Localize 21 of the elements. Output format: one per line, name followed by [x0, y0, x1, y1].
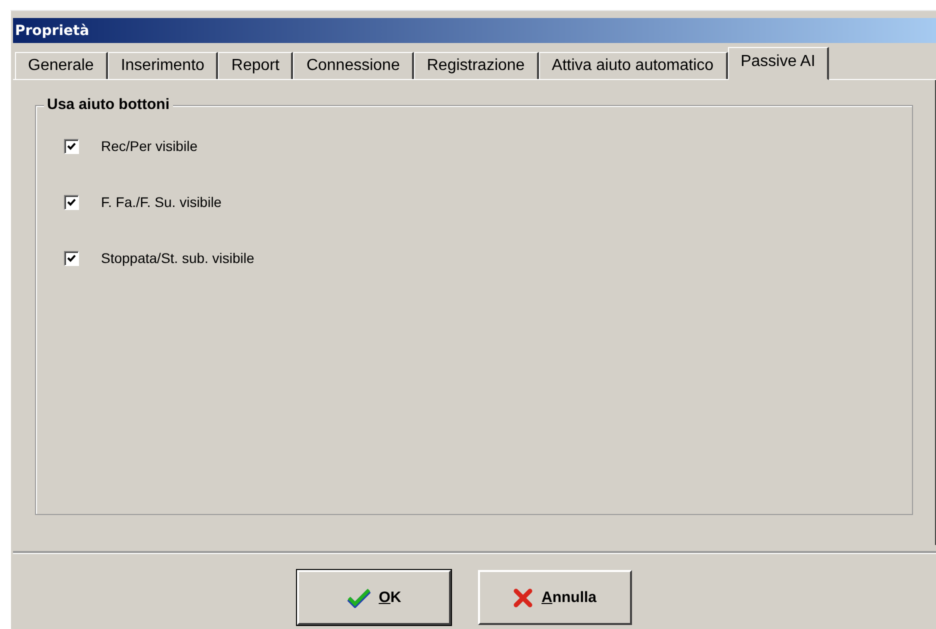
checkbox-label: Rec/Per visibile [101, 138, 198, 154]
tab[interactable]: Registrazione [414, 52, 539, 79]
tab[interactable]: Attiva aiuto automatico [538, 52, 728, 79]
tab[interactable]: Passive AI [728, 47, 830, 80]
checkmark-icon [67, 254, 76, 262]
checkmark-icon [67, 142, 76, 150]
x-icon [513, 588, 534, 608]
tab[interactable]: Report [218, 52, 294, 79]
window-title: Proprietà [15, 22, 90, 38]
tab[interactable]: Generale [15, 52, 108, 79]
checkbox-label: Stoppata/St. sub. visibile [101, 250, 254, 266]
checkbox[interactable] [64, 250, 79, 266]
checkbox[interactable] [64, 194, 79, 210]
ok-button[interactable]: OK [297, 570, 451, 625]
checkbox-label: F. Fa./F. Su. visibile [101, 194, 222, 210]
tab[interactable]: Connessione [293, 52, 414, 79]
checkbox[interactable] [64, 138, 79, 154]
checkmark-icon [67, 198, 76, 206]
check-icon [346, 588, 371, 608]
cancel-button[interactable]: Annulla [478, 570, 632, 625]
tab[interactable]: Inserimento [108, 52, 218, 79]
